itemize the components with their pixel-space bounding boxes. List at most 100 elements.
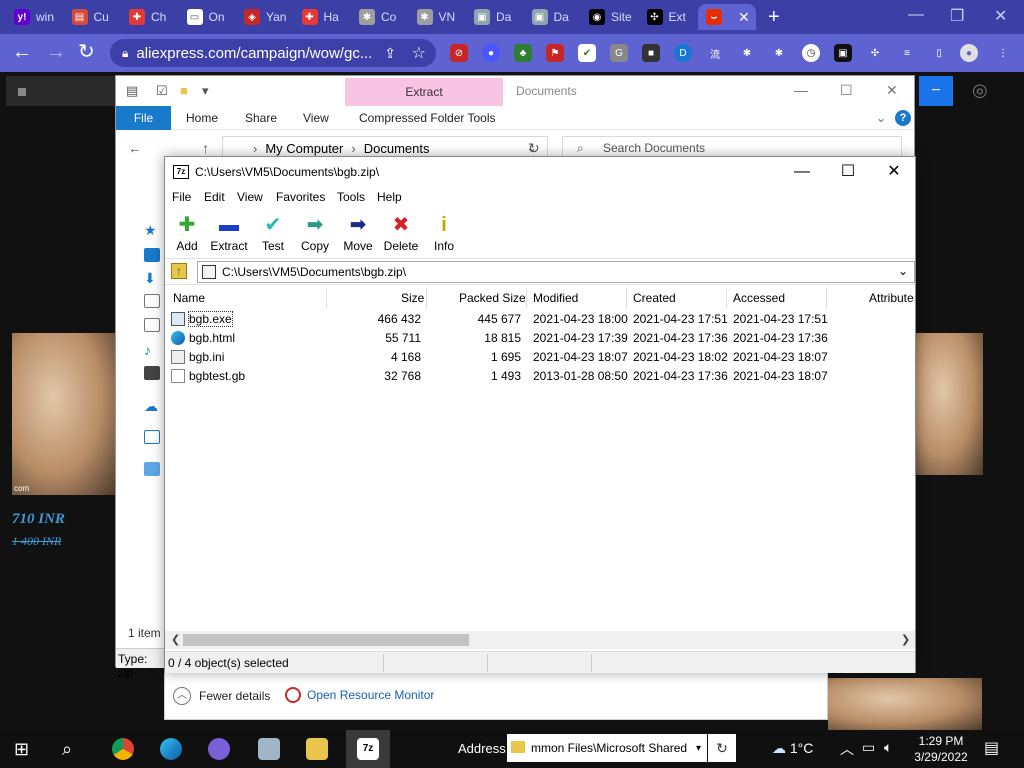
app-icon[interactable] bbox=[208, 738, 230, 760]
page-collapse-button[interactable]: − bbox=[919, 76, 953, 106]
info-button[interactable]: i Info bbox=[422, 213, 466, 253]
browser-tab[interactable]: ▣ Da bbox=[466, 4, 520, 30]
chevron-down-icon[interactable]: ▾ bbox=[696, 743, 701, 754]
minimize-icon[interactable]: — bbox=[908, 6, 924, 24]
profile-avatar-icon[interactable]: ● bbox=[960, 44, 978, 62]
scroll-right-icon[interactable]: ❯ bbox=[901, 633, 910, 646]
extension-flag-icon[interactable]: ⚑ bbox=[546, 44, 564, 62]
system-clock[interactable]: 1:29 PM 3/29/2022 bbox=[906, 733, 976, 765]
this-pc-icon[interactable] bbox=[144, 430, 160, 444]
folder-icon[interactable]: ■ bbox=[180, 83, 188, 98]
menu-file[interactable]: File bbox=[172, 190, 191, 204]
new-tab-button[interactable]: + bbox=[768, 6, 780, 29]
browser-tab[interactable]: ◈ Yan bbox=[236, 4, 290, 30]
extension-d-icon[interactable]: D bbox=[674, 44, 692, 62]
extension-kanji-icon[interactable]: 流 bbox=[706, 44, 724, 62]
side-panel-icon[interactable]: ▯ bbox=[930, 44, 948, 62]
ribbon-tab-share[interactable]: Share bbox=[245, 111, 277, 125]
column-created[interactable]: Created bbox=[633, 291, 676, 305]
close-tab-icon[interactable]: ✕ bbox=[738, 9, 750, 26]
back-icon[interactable]: ← bbox=[12, 41, 32, 63]
browser-tab[interactable]: ▭ On bbox=[179, 4, 233, 30]
column-divider[interactable] bbox=[326, 287, 327, 309]
back-icon[interactable]: ← bbox=[128, 140, 142, 156]
documents-icon[interactable] bbox=[144, 294, 160, 308]
scrollbar-thumb[interactable] bbox=[183, 634, 469, 646]
restore-icon[interactable]: ❐ bbox=[950, 6, 964, 26]
share-icon[interactable]: ⇪ bbox=[384, 45, 396, 62]
maximize-icon[interactable]: ☐ bbox=[825, 161, 871, 185]
videos-icon[interactable] bbox=[144, 366, 160, 380]
ribbon-tab-compressed-folder-tools[interactable]: Compressed Folder Tools bbox=[359, 111, 496, 125]
chevron-down-icon[interactable]: ⌄ bbox=[898, 264, 908, 278]
properties-icon[interactable]: ▤ bbox=[126, 83, 138, 99]
extension-check-icon[interactable]: ✔ bbox=[578, 44, 596, 62]
extensions-puzzle-icon[interactable]: ✣ bbox=[866, 44, 884, 62]
extension-dark-icon[interactable]: ■ bbox=[642, 44, 660, 62]
file-row[interactable]: bgb.html 55 711 18 815 2021-04-23 17:39 2021… bbox=[165, 329, 915, 348]
tab-aliexpress[interactable]: ⌣ ✕ bbox=[698, 4, 756, 30]
onedrive-icon[interactable]: ☁ bbox=[144, 398, 160, 414]
move-button[interactable]: ➡ Move bbox=[336, 213, 380, 253]
checkbox-icon[interactable]: ☑ bbox=[156, 83, 168, 99]
fewer-details-button[interactable]: ︿ Fewer details bbox=[173, 687, 270, 705]
address-bar[interactable]: 🔒︎ aliexpress.com/campaign/wow/gc... ⇪ ☆ bbox=[110, 39, 436, 67]
reload-icon[interactable]: ↻ bbox=[78, 41, 95, 63]
add-button[interactable]: ✚ Add bbox=[165, 213, 209, 253]
windows-start-icon[interactable]: ⊞ bbox=[14, 738, 36, 760]
minimize-icon[interactable]: — bbox=[779, 161, 825, 185]
product-photo[interactable] bbox=[916, 333, 983, 475]
extension-stop-icon[interactable]: ⊘ bbox=[450, 44, 468, 62]
chrome-icon[interactable] bbox=[112, 738, 134, 760]
delete-button[interactable]: ✖ Delete bbox=[379, 213, 423, 253]
menu-tools[interactable]: Tools bbox=[337, 190, 365, 204]
browser-tab[interactable]: ✚ Ch bbox=[121, 4, 175, 30]
close-icon[interactable]: ✕ bbox=[871, 161, 917, 185]
browser-menu-icon[interactable]: ⋮ bbox=[994, 44, 1012, 62]
volume-icon[interactable]: 🔈︎ bbox=[884, 739, 892, 756]
desktop-icon[interactable] bbox=[144, 248, 160, 262]
tray-chevron-icon[interactable]: ︿ bbox=[840, 739, 854, 759]
edge-icon[interactable] bbox=[160, 738, 182, 760]
control-panel-icon[interactable] bbox=[258, 738, 280, 760]
column-modified[interactable]: Modified bbox=[533, 291, 578, 305]
address-toolbar-input[interactable]: mmon Files\Microsoft Shared ▾ bbox=[507, 734, 707, 762]
bookmark-star-icon[interactable]: ☆ bbox=[412, 43, 426, 63]
downloads-icon[interactable]: ⬇ bbox=[144, 270, 160, 286]
copy-button[interactable]: ➡ Copy bbox=[293, 213, 337, 253]
ribbon-expand-icon[interactable]: ⌄ bbox=[876, 111, 886, 125]
extension-circle-icon[interactable]: ● bbox=[482, 44, 500, 62]
music-icon[interactable]: ♪ bbox=[144, 342, 160, 358]
search-icon[interactable]: ⌕ bbox=[62, 738, 84, 760]
extension-tree-icon[interactable]: ♣ bbox=[514, 44, 532, 62]
weather-widget[interactable]: ☁ 1°C bbox=[772, 740, 813, 757]
browser-tab[interactable]: ✣ Ext bbox=[639, 4, 693, 30]
page-search-box[interactable] bbox=[6, 76, 116, 106]
minimize-icon[interactable]: — bbox=[794, 82, 808, 98]
product-photo[interactable] bbox=[828, 678, 982, 730]
column-divider[interactable] bbox=[826, 287, 827, 309]
product-photo[interactable]: com bbox=[12, 333, 115, 495]
browser-tab[interactable]: ▣ Da bbox=[524, 4, 578, 30]
seven-zip-path-input[interactable]: C:\Users\VM5\Documents\bgb.zip\ ⌄ bbox=[197, 261, 915, 283]
maximize-icon[interactable]: ☐ bbox=[840, 82, 853, 99]
qat-dropdown-icon[interactable]: ▾ bbox=[202, 83, 209, 99]
address-refresh-icon[interactable]: ↻ bbox=[708, 734, 736, 762]
close-window-icon[interactable]: ✕ bbox=[994, 6, 1007, 26]
extension-clock-icon[interactable]: ◷ bbox=[802, 44, 820, 62]
forward-icon[interactable]: → bbox=[46, 41, 66, 63]
extension-bug-icon[interactable]: ✱ bbox=[770, 44, 788, 62]
browser-tab[interactable]: ◉ Site bbox=[581, 4, 635, 30]
browser-tab[interactable]: y! win bbox=[6, 4, 60, 30]
breadcrumb-documents[interactable]: Documents bbox=[364, 141, 430, 156]
extract-button[interactable]: ▬ Extract bbox=[207, 213, 251, 253]
scroll-left-icon[interactable]: ❮ bbox=[171, 633, 180, 646]
network-icon[interactable] bbox=[144, 462, 160, 476]
file-explorer-icon[interactable] bbox=[306, 738, 328, 760]
extension-save-icon[interactable]: ▣ bbox=[834, 44, 852, 62]
breadcrumb-my-computer[interactable]: My Computer bbox=[265, 141, 343, 156]
browser-tab[interactable]: ✱ Co bbox=[351, 4, 405, 30]
file-row[interactable]: bgbtest.gb 32 768 1 493 2013-01-28 08:50 202… bbox=[165, 367, 915, 386]
column-divider[interactable] bbox=[726, 287, 727, 309]
ribbon-tab-home[interactable]: Home bbox=[186, 111, 218, 125]
